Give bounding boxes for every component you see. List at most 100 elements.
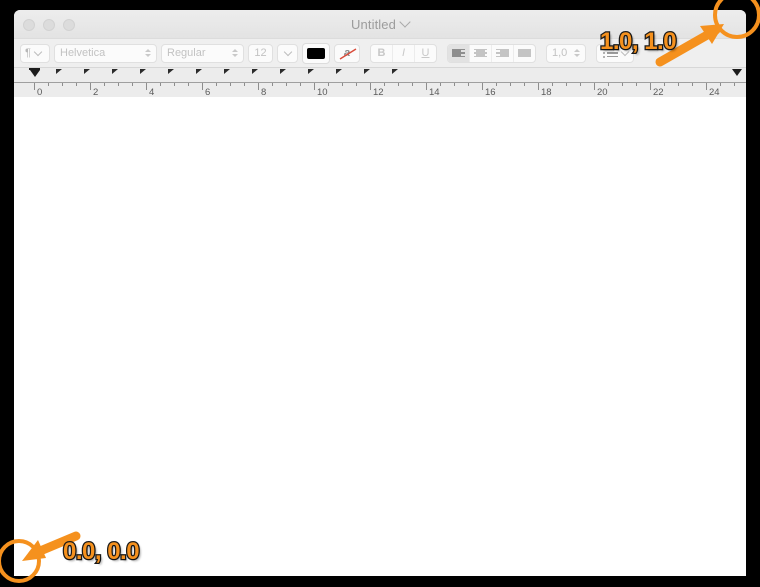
document-window: Untitled ¶ Helvetica Regular 12 a B I U … (14, 10, 746, 576)
indent-marker[interactable] (29, 68, 40, 77)
ruler-tick-minor (622, 83, 623, 86)
ruler-tick-major (90, 83, 91, 90)
highlight-color-button[interactable]: a (334, 43, 360, 63)
ruler-tick-minor (62, 83, 63, 86)
align-left-icon (452, 48, 465, 58)
ruler-tick-minor (734, 83, 735, 86)
ruler-tick-minor (188, 83, 189, 86)
align-center-button[interactable] (470, 44, 492, 62)
ruler-tick-minor (76, 83, 77, 86)
ruler-tick-minor (384, 83, 385, 86)
ruler-tick-major (370, 83, 371, 90)
tab-stop-marker[interactable] (56, 69, 62, 74)
right-margin-marker[interactable] (732, 69, 742, 76)
italic-button[interactable]: I (393, 44, 415, 62)
stepper-icon[interactable] (568, 49, 580, 57)
tab-stop-marker[interactable] (196, 69, 202, 74)
bold-button[interactable]: B (371, 44, 393, 62)
tab-stop-marker[interactable] (112, 69, 118, 74)
ruler-tick-minor (272, 83, 273, 86)
tab-stop-marker[interactable] (140, 69, 146, 74)
paragraph-style-menu[interactable]: ¶ (20, 43, 50, 63)
ruler-tick-minor (300, 83, 301, 86)
page-title: Untitled (351, 16, 396, 32)
tab-stop-marker[interactable] (168, 69, 174, 74)
tab-stop-marker[interactable] (308, 69, 314, 74)
align-center-icon (474, 48, 487, 58)
tab-stop-marker[interactable] (392, 69, 398, 74)
align-justify-button[interactable] (514, 45, 535, 62)
paragraph-icon: ¶ (25, 47, 31, 59)
tab-stop-marker[interactable] (84, 69, 90, 74)
ruler-tick-minor (454, 83, 455, 86)
ruler-tick-major (146, 83, 147, 90)
ruler-tick-minor (580, 83, 581, 86)
ruler-tick-minor (104, 83, 105, 86)
color-chip (307, 47, 325, 59)
underline-label: U (421, 47, 430, 59)
font-size-value: 12 (254, 47, 267, 59)
ruler-tick-minor (496, 83, 497, 86)
text-color-swatch[interactable] (302, 42, 330, 64)
stepper-icon[interactable] (226, 49, 238, 57)
align-right-button[interactable] (492, 44, 514, 62)
ruler-tick-minor (216, 83, 217, 86)
tab-stop-marker[interactable] (224, 69, 230, 74)
bold-label: B (377, 47, 386, 59)
ruler-tick-minor (678, 83, 679, 86)
ruler-tab-row[interactable] (14, 68, 746, 81)
font-style-select[interactable]: Regular (161, 43, 244, 63)
align-left-button[interactable] (448, 44, 470, 62)
ruler-tick-minor (720, 83, 721, 86)
ruler-tick-minor (412, 83, 413, 86)
font-style-value: Regular (167, 47, 206, 59)
ruler-tick-minor (118, 83, 119, 86)
chevron-down-icon (33, 47, 43, 56)
ruler-tick-minor (286, 83, 287, 86)
ruler-tick-major (650, 83, 651, 90)
annotation-label-top-right: 1.0, 1.0 (599, 27, 678, 57)
ruler-tick-major (426, 83, 427, 90)
chevron-down-icon[interactable] (399, 16, 411, 28)
ruler-tick-major (482, 83, 483, 90)
alignment-group (447, 43, 536, 63)
tab-stop-marker[interactable] (364, 69, 370, 74)
ruler-tick-minor (356, 83, 357, 86)
text-style-group: B I U (370, 43, 437, 63)
font-family-value: Helvetica (60, 47, 106, 59)
align-justify-icon (518, 48, 531, 58)
ruler-tick-minor (440, 83, 441, 86)
ruler-tick-minor (328, 83, 329, 86)
tab-stop-marker[interactable] (280, 69, 286, 74)
ruler-tick-minor (608, 83, 609, 86)
ruler-tick-major (706, 83, 707, 90)
document-ruler[interactable]: 0 2 4 6 8 10 12 14 16 18 20 22 24 (14, 68, 746, 99)
ruler-tick-major (594, 83, 595, 90)
ruler-tick-major (202, 83, 203, 90)
ruler-tick-minor (398, 83, 399, 86)
underline-button[interactable]: U (415, 45, 436, 62)
ruler-tick-major (538, 83, 539, 90)
line-spacing-select[interactable]: 1,0 (546, 43, 586, 63)
ruler-tick-minor (664, 83, 665, 86)
ruler-tick-minor (524, 83, 525, 86)
stepper-icon[interactable] (139, 49, 151, 57)
document-canvas[interactable] (14, 97, 746, 576)
ruler-tick-minor (132, 83, 133, 86)
strike-line-icon (339, 47, 357, 60)
tab-stop-marker[interactable] (336, 69, 342, 74)
ruler-tick-major (258, 83, 259, 90)
font-family-select[interactable]: Helvetica (54, 43, 157, 63)
tab-stop-marker[interactable] (252, 69, 258, 74)
ruler-tick-major (314, 83, 315, 90)
ruler-tick-minor (636, 83, 637, 86)
ruler-tick-minor (230, 83, 231, 86)
ruler-tick-minor (244, 83, 245, 86)
font-size-menu[interactable] (277, 43, 298, 63)
font-size-input[interactable]: 12 (248, 43, 273, 63)
line-spacing-value: 1,0 (552, 47, 568, 59)
ruler-tick-minor (552, 83, 553, 86)
ruler-tick-minor (510, 83, 511, 86)
ruler-tick-minor (160, 83, 161, 86)
ruler-tick-minor (566, 83, 567, 86)
